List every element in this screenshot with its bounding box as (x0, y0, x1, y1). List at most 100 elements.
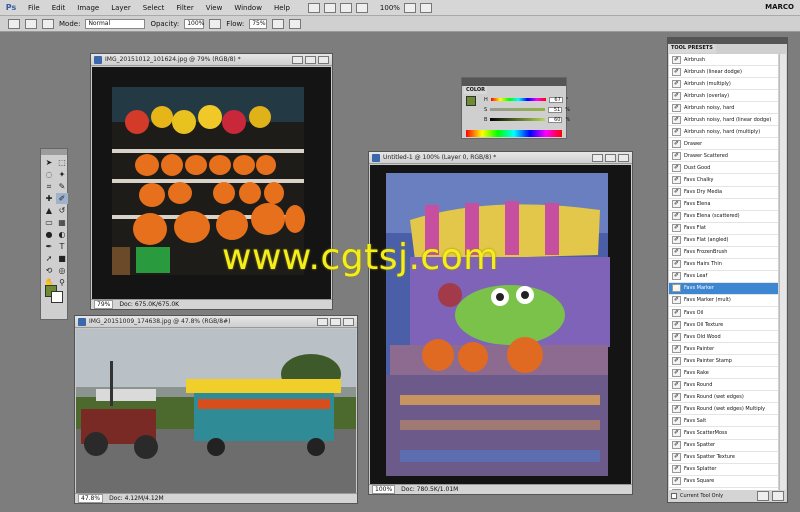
hue-slider[interactable] (490, 98, 546, 101)
minimize-button[interactable] (317, 317, 328, 326)
preset-item[interactable]: ✐ Airbrush (linear dodge) (669, 66, 778, 79)
document-canvas[interactable] (370, 165, 631, 484)
menu-edit[interactable]: Edit (46, 0, 72, 16)
bridge-icon[interactable] (307, 2, 320, 13)
brush-tool-icon[interactable] (8, 18, 20, 29)
mode-select[interactable]: Normal (85, 18, 146, 29)
eraser-tool-icon[interactable]: ▭ (43, 217, 55, 228)
brush-picker-icon[interactable] (25, 18, 37, 29)
brush-tool-icon[interactable]: ✐ (56, 193, 68, 204)
minimize-button[interactable] (592, 153, 603, 162)
document-window-painting[interactable]: Untitled-1 @ 100% (Layer 0, RGB/8) * 100… (368, 151, 633, 495)
brightness-slider[interactable] (490, 118, 546, 121)
preset-item[interactable]: ✐ Favs Elena (scattered) (669, 211, 778, 223)
zoom-field[interactable]: 100% (372, 485, 396, 494)
menu-layer[interactable]: Layer (105, 0, 137, 16)
preset-item[interactable]: ✐ Airbrush (669, 54, 778, 67)
preset-item[interactable]: ✐ Favs Flat (669, 223, 778, 235)
brightness-input[interactable]: 60 (548, 116, 563, 123)
hue-input[interactable]: 67 (548, 96, 563, 103)
zoom-field[interactable]: 47.8% (78, 494, 104, 503)
saturation-input[interactable]: 51 (548, 106, 563, 113)
current-tool-only-checkbox[interactable] (671, 493, 677, 499)
document-canvas[interactable] (76, 329, 356, 493)
color-tab[interactable]: COLOR (464, 86, 488, 94)
arrange-documents-icon[interactable] (403, 2, 416, 13)
pressure-size-icon[interactable] (289, 18, 302, 29)
preset-item[interactable]: ✐ Favs Spatter (669, 440, 778, 452)
new-preset-icon[interactable] (757, 491, 769, 501)
maximize-button[interactable] (330, 317, 341, 326)
preset-item[interactable]: ✐ Favs Square (669, 476, 778, 488)
move-tool-icon[interactable]: ➤ (43, 157, 55, 168)
menu-window[interactable]: Window (228, 0, 268, 16)
saturation-slider[interactable] (490, 108, 546, 111)
screen-mode-icon[interactable] (419, 2, 432, 13)
preset-item[interactable]: ✐ Favs Rake (669, 367, 778, 380)
preset-item[interactable]: ✐ Airbrush noisy, hard (linear dodge) (669, 114, 778, 127)
preset-item[interactable]: ✐ Favs Oil Texture (669, 319, 778, 332)
preset-item[interactable]: ✐ Favs Dry Media (669, 187, 778, 199)
quick-select-tool-icon[interactable]: ✦ (56, 169, 68, 180)
doc-size-info[interactable]: Doc: 675.0K/675.0K (119, 301, 179, 308)
preset-item[interactable]: ✐ Favs Leaf (669, 271, 778, 283)
menu-select[interactable]: Select (137, 0, 171, 16)
menu-view[interactable]: View (200, 0, 229, 16)
blur-tool-icon[interactable]: ● (43, 229, 55, 240)
flow-input[interactable]: 75% (249, 18, 268, 29)
preset-item[interactable]: ✐ Drawer Scattered (669, 150, 778, 163)
close-button[interactable] (343, 317, 354, 326)
pen-tool-icon[interactable]: ✒ (43, 241, 55, 252)
zoom-tool-icon[interactable]: ⚲ (56, 277, 68, 288)
menu-filter[interactable]: Filter (170, 0, 199, 16)
shape-tool-icon[interactable]: ■ (56, 253, 68, 264)
preset-item[interactable]: ✐ Dust Good (669, 162, 778, 175)
clone-stamp-tool-icon[interactable]: ▲ (43, 205, 55, 216)
eyedropper-tool-icon[interactable]: ✎ (56, 181, 68, 192)
preset-item[interactable]: ✐ Favs Elena (669, 199, 778, 211)
close-button[interactable] (318, 55, 329, 64)
opacity-input[interactable]: 100% (184, 18, 204, 29)
preset-item[interactable]: ✐ Favs Round (669, 379, 778, 392)
preset-item[interactable]: ✐ Favs Splatter (669, 464, 778, 476)
preset-item[interactable]: ✐ Favs Marker (669, 282, 778, 295)
preset-item[interactable]: ✐ Favs Spatter Texture (669, 452, 778, 464)
preset-item[interactable]: ✐ Airbrush (multiply) (669, 78, 778, 91)
preset-scrollbar[interactable] (779, 54, 786, 490)
gradient-tool-icon[interactable]: ▦ (56, 217, 68, 228)
workspace-name[interactable]: MARCO (765, 3, 794, 11)
minimize-button[interactable] (292, 55, 303, 64)
background-color-swatch[interactable] (51, 291, 63, 303)
maximize-button[interactable] (605, 153, 616, 162)
preset-item[interactable]: ✐ Favs Painter (669, 343, 778, 356)
preset-item[interactable]: ✐ Favs Flat (angled) (669, 235, 778, 247)
panel-header[interactable] (462, 78, 566, 86)
zoom-level[interactable]: 100% (380, 4, 400, 12)
preset-item[interactable]: ✐ Favs Round (wet edges) (669, 391, 778, 404)
healing-brush-tool-icon[interactable]: ✚ (43, 193, 55, 204)
preset-item[interactable]: ✐ Favs Old Wood (669, 331, 778, 344)
preset-item[interactable]: ✐ Favs Chalky (669, 174, 778, 187)
preset-item[interactable]: ✐ Favs Painter Stamp (669, 355, 778, 368)
crop-tool-icon[interactable]: ⌗ (43, 181, 55, 192)
preset-item[interactable]: ✐ Favs Marker (mult) (669, 295, 778, 307)
menu-help[interactable]: Help (268, 0, 296, 16)
preset-item[interactable]: ✐ Favs FrozenBrush (669, 247, 778, 259)
brush-panel-icon[interactable] (42, 18, 54, 29)
preset-item[interactable]: ✐ Favs Round (wet edges) Multiply (669, 403, 778, 416)
3d-orbit-tool-icon[interactable]: ◎ (56, 265, 68, 276)
delete-preset-icon[interactable] (772, 491, 784, 501)
dodge-tool-icon[interactable]: ◐ (56, 229, 68, 240)
document-window-trailer[interactable]: IMG_20151009_174638.jpg @ 47.8% (RGB/8#)… (74, 315, 358, 504)
type-tool-icon[interactable]: T (56, 241, 68, 252)
pressure-opacity-icon[interactable] (209, 18, 222, 29)
zoom-field[interactable]: 79% (94, 300, 114, 309)
preset-item[interactable]: ✐ Favs Oil (669, 307, 778, 320)
color-swatch[interactable] (466, 96, 476, 106)
preset-item[interactable]: ✐ Favs Hairs Thin (669, 259, 778, 271)
preset-item[interactable]: ✐ Favs ScatterMoss (669, 427, 778, 440)
tool-presets-tab[interactable]: TOOL PRESETS (668, 44, 716, 53)
zoom-view-icon[interactable] (355, 2, 368, 13)
doc-size-info[interactable]: Doc: 780.5K/1.01M (401, 486, 458, 493)
path-select-tool-icon[interactable]: ➚ (43, 253, 55, 264)
